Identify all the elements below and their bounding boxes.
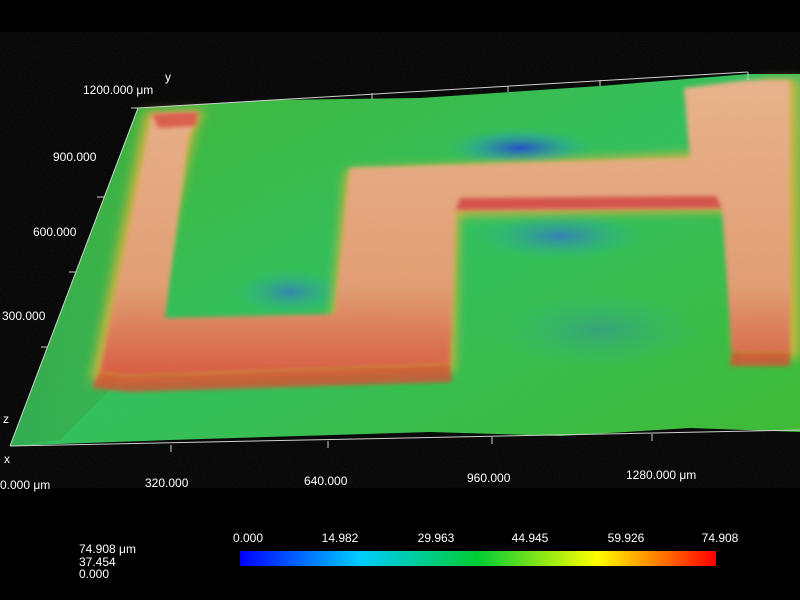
color-scale-tick: 14.982 <box>321 531 359 545</box>
z-min-value: 0.000 <box>79 567 110 581</box>
color-scale-bar <box>240 551 716 566</box>
color-scale-tick: 74.908 <box>701 531 739 545</box>
x-tick-label: 320.000 <box>145 476 189 490</box>
color-scale-tick: 59.926 <box>607 531 645 545</box>
x-tick-label: 960.000 <box>467 471 511 485</box>
y-axis-label: y <box>165 70 171 84</box>
z-max-value: 74.908 μm <box>79 542 136 556</box>
x-tick-label: 640.000 <box>304 474 348 488</box>
z-axis-label: z <box>3 412 9 426</box>
y-tick-label: 600.000 <box>33 225 77 239</box>
y-tick-label: 900.000 <box>53 150 97 164</box>
color-scale-tick: 29.963 <box>417 531 455 545</box>
x-tick-label: 0.000 μm <box>0 478 51 492</box>
y-tick-label: 300.000 <box>2 309 46 323</box>
color-scale-tick: 0.000 <box>232 531 264 545</box>
y-tick-label: 1200.000 μm <box>83 83 154 97</box>
x-axis-label: x <box>4 452 10 466</box>
color-scale-tick: 44.945 <box>511 531 549 545</box>
height-surface <box>0 70 800 450</box>
x-tick-label: 1280.000 μm <box>626 468 697 482</box>
